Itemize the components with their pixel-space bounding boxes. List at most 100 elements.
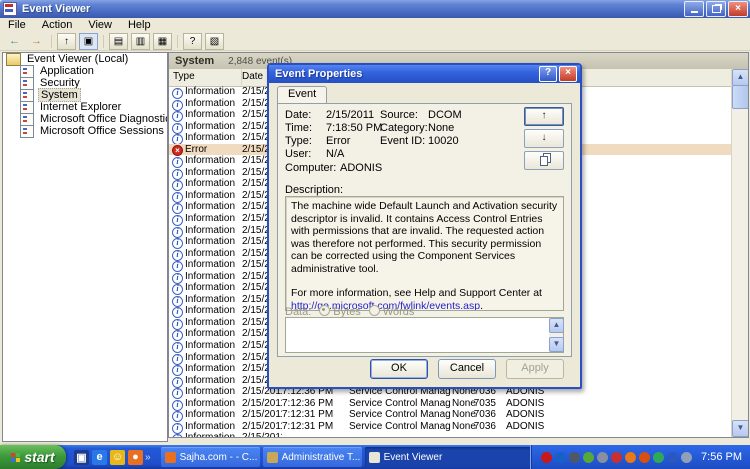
ok-button[interactable]: OK [370, 359, 428, 379]
log-icon [20, 125, 34, 138]
menu-view[interactable]: View [80, 18, 120, 32]
browser-tray-icon[interactable] [625, 452, 636, 463]
event-tab-page: Date: 2/15/2011 Source: DCOM Time: 7:18:… [277, 103, 572, 357]
export-list-icon[interactable]: ▦ [153, 33, 172, 50]
error-icon: × [172, 145, 183, 156]
battery-tray-icon[interactable] [667, 452, 678, 463]
c-app-tray-icon[interactable] [555, 452, 566, 463]
show-hide-tree-icon[interactable]: ▣ [79, 33, 98, 50]
close-button[interactable]: × [728, 1, 748, 17]
toolbar-separator [103, 35, 104, 48]
row-cell: Error [185, 144, 240, 156]
network-tray-icon[interactable] [597, 452, 608, 463]
restore-button[interactable] [706, 1, 726, 17]
acrobat-tray-icon[interactable] [541, 452, 552, 463]
dialog-close-button[interactable]: × [559, 66, 577, 82]
tab-event[interactable]: Event [277, 86, 327, 103]
alert-tray-icon[interactable] [611, 452, 622, 463]
up-one-level-icon[interactable]: ↑ [57, 33, 76, 50]
row-cell: 2/15/2011 [242, 421, 282, 433]
taskbar-button-icon [369, 452, 380, 463]
words-radio-icon [369, 305, 380, 316]
taskbar-button-event-viewer[interactable]: Event Viewer [365, 447, 543, 467]
app-window-icon[interactable]: ▣ [74, 450, 89, 465]
row-cell: Information [185, 132, 240, 144]
row-cell: Information [185, 294, 240, 306]
internet-explorer-icon[interactable]: e [92, 450, 107, 465]
menu-file[interactable]: File [0, 18, 34, 32]
row-cell: 7:12:36 PM [282, 398, 346, 410]
time-value: 7:18:50 PM [326, 122, 382, 134]
forward-icon[interactable]: → [27, 33, 46, 50]
data-scroll-down-icon[interactable]: ▼ [549, 337, 564, 352]
tree-item-internet-explorer[interactable]: Internet Explorer [3, 101, 167, 113]
quick-launch-chevron-icon[interactable]: » [145, 452, 151, 463]
tree-item-event-viewer-local[interactable]: Event Viewer (Local) [3, 53, 167, 65]
row-cell: Information [185, 317, 240, 329]
taskbar-button-icon [267, 452, 278, 463]
updater-tray-icon[interactable] [639, 452, 650, 463]
messenger-smiley-icon[interactable]: ☺ [110, 450, 125, 465]
properties-icon[interactable]: ▤ [109, 33, 128, 50]
refresh-icon[interactable]: ▥ [131, 33, 150, 50]
menu-help[interactable]: Help [120, 18, 159, 32]
menu-action[interactable]: Action [34, 18, 81, 32]
dialog-titlebar[interactable]: Event Properties ? × [269, 65, 580, 83]
row-cell: Information [185, 201, 240, 213]
row-cell: 2/15/2011 [242, 398, 282, 410]
table-row[interactable]: iInformation2/15/2011 [169, 432, 732, 437]
row-cell: Information [185, 409, 240, 421]
data-box[interactable]: ▲ ▼ [285, 317, 564, 353]
data-scrollbar[interactable]: ▲ ▼ [549, 318, 563, 352]
scroll-thumb[interactable] [732, 85, 749, 109]
scroll-up-icon[interactable]: ▲ [732, 69, 749, 86]
row-cell: Information [185, 305, 240, 317]
row-cell: 7036 [462, 421, 496, 433]
event-viewer-app-icon [3, 2, 17, 16]
tree-item-application[interactable]: Application [3, 65, 167, 77]
table-row[interactable]: iInformation2/15/20117:12:31 PMService C… [169, 409, 732, 421]
row-cell: Information [185, 98, 240, 110]
tree-item-microsoft-office-diagnostics[interactable]: Microsoft Office Diagnostics [3, 113, 167, 125]
previous-event-button[interactable]: ↑ [524, 107, 564, 126]
copy-event-button[interactable] [524, 151, 564, 170]
dialog-help-button[interactable]: ? [539, 66, 557, 82]
antivirus-tray-icon[interactable] [583, 452, 594, 463]
row-cell: Information [185, 259, 240, 271]
sync-tray-icon[interactable] [653, 452, 664, 463]
row-cell: Service Control Manager [349, 398, 451, 410]
data-scroll-up-icon[interactable]: ▲ [549, 318, 564, 333]
back-icon[interactable]: ← [5, 33, 24, 50]
list-scrollbar[interactable]: ▲ ▼ [731, 69, 748, 437]
messenger-tray-icon[interactable] [569, 452, 580, 463]
table-row[interactable]: iInformation2/15/20117:12:31 PMService C… [169, 421, 732, 433]
description-box[interactable]: The machine wide Default Launch and Acti… [285, 196, 564, 311]
start-label: start [24, 449, 54, 465]
tree-item-security[interactable]: Security [3, 77, 167, 89]
row-cell: Information [185, 328, 240, 340]
apply-button[interactable]: Apply [506, 359, 564, 379]
column-header-type[interactable]: Type [169, 69, 242, 85]
taskbar-clock[interactable]: 7:56 PM [701, 451, 742, 463]
tree-item-microsoft-office-sessions[interactable]: Microsoft Office Sessions [3, 125, 167, 137]
type-value: Error [326, 135, 350, 147]
scroll-down-icon[interactable]: ▼ [732, 420, 749, 437]
minimize-icon [691, 11, 698, 13]
taskbar-button-administrative-t-[interactable]: Administrative T... [263, 447, 362, 467]
row-type-cell-icon: i [172, 433, 183, 437]
toolbar-separator [51, 35, 52, 48]
link-suffix: . [480, 300, 483, 312]
new-window-icon[interactable]: ▧ [205, 33, 224, 50]
cancel-button[interactable]: Cancel [438, 359, 496, 379]
display-tray-icon[interactable] [681, 452, 692, 463]
start-button[interactable]: start [0, 445, 66, 469]
next-event-button[interactable]: ↓ [524, 129, 564, 148]
minimize-button[interactable] [684, 1, 704, 17]
taskbar-button-sajha-com-c-[interactable]: Sajha.com - - C... [161, 447, 260, 467]
table-row[interactable]: iInformation2/15/20117:12:36 PMService C… [169, 398, 732, 410]
description-label: Description: [285, 184, 343, 196]
firefox-icon[interactable]: ● [128, 450, 143, 465]
tree-item-system[interactable]: System [3, 89, 167, 101]
help-icon[interactable]: ? [183, 33, 202, 50]
taskbar: start ▣e☺● » Sajha.com - - C...Administr… [0, 445, 750, 469]
